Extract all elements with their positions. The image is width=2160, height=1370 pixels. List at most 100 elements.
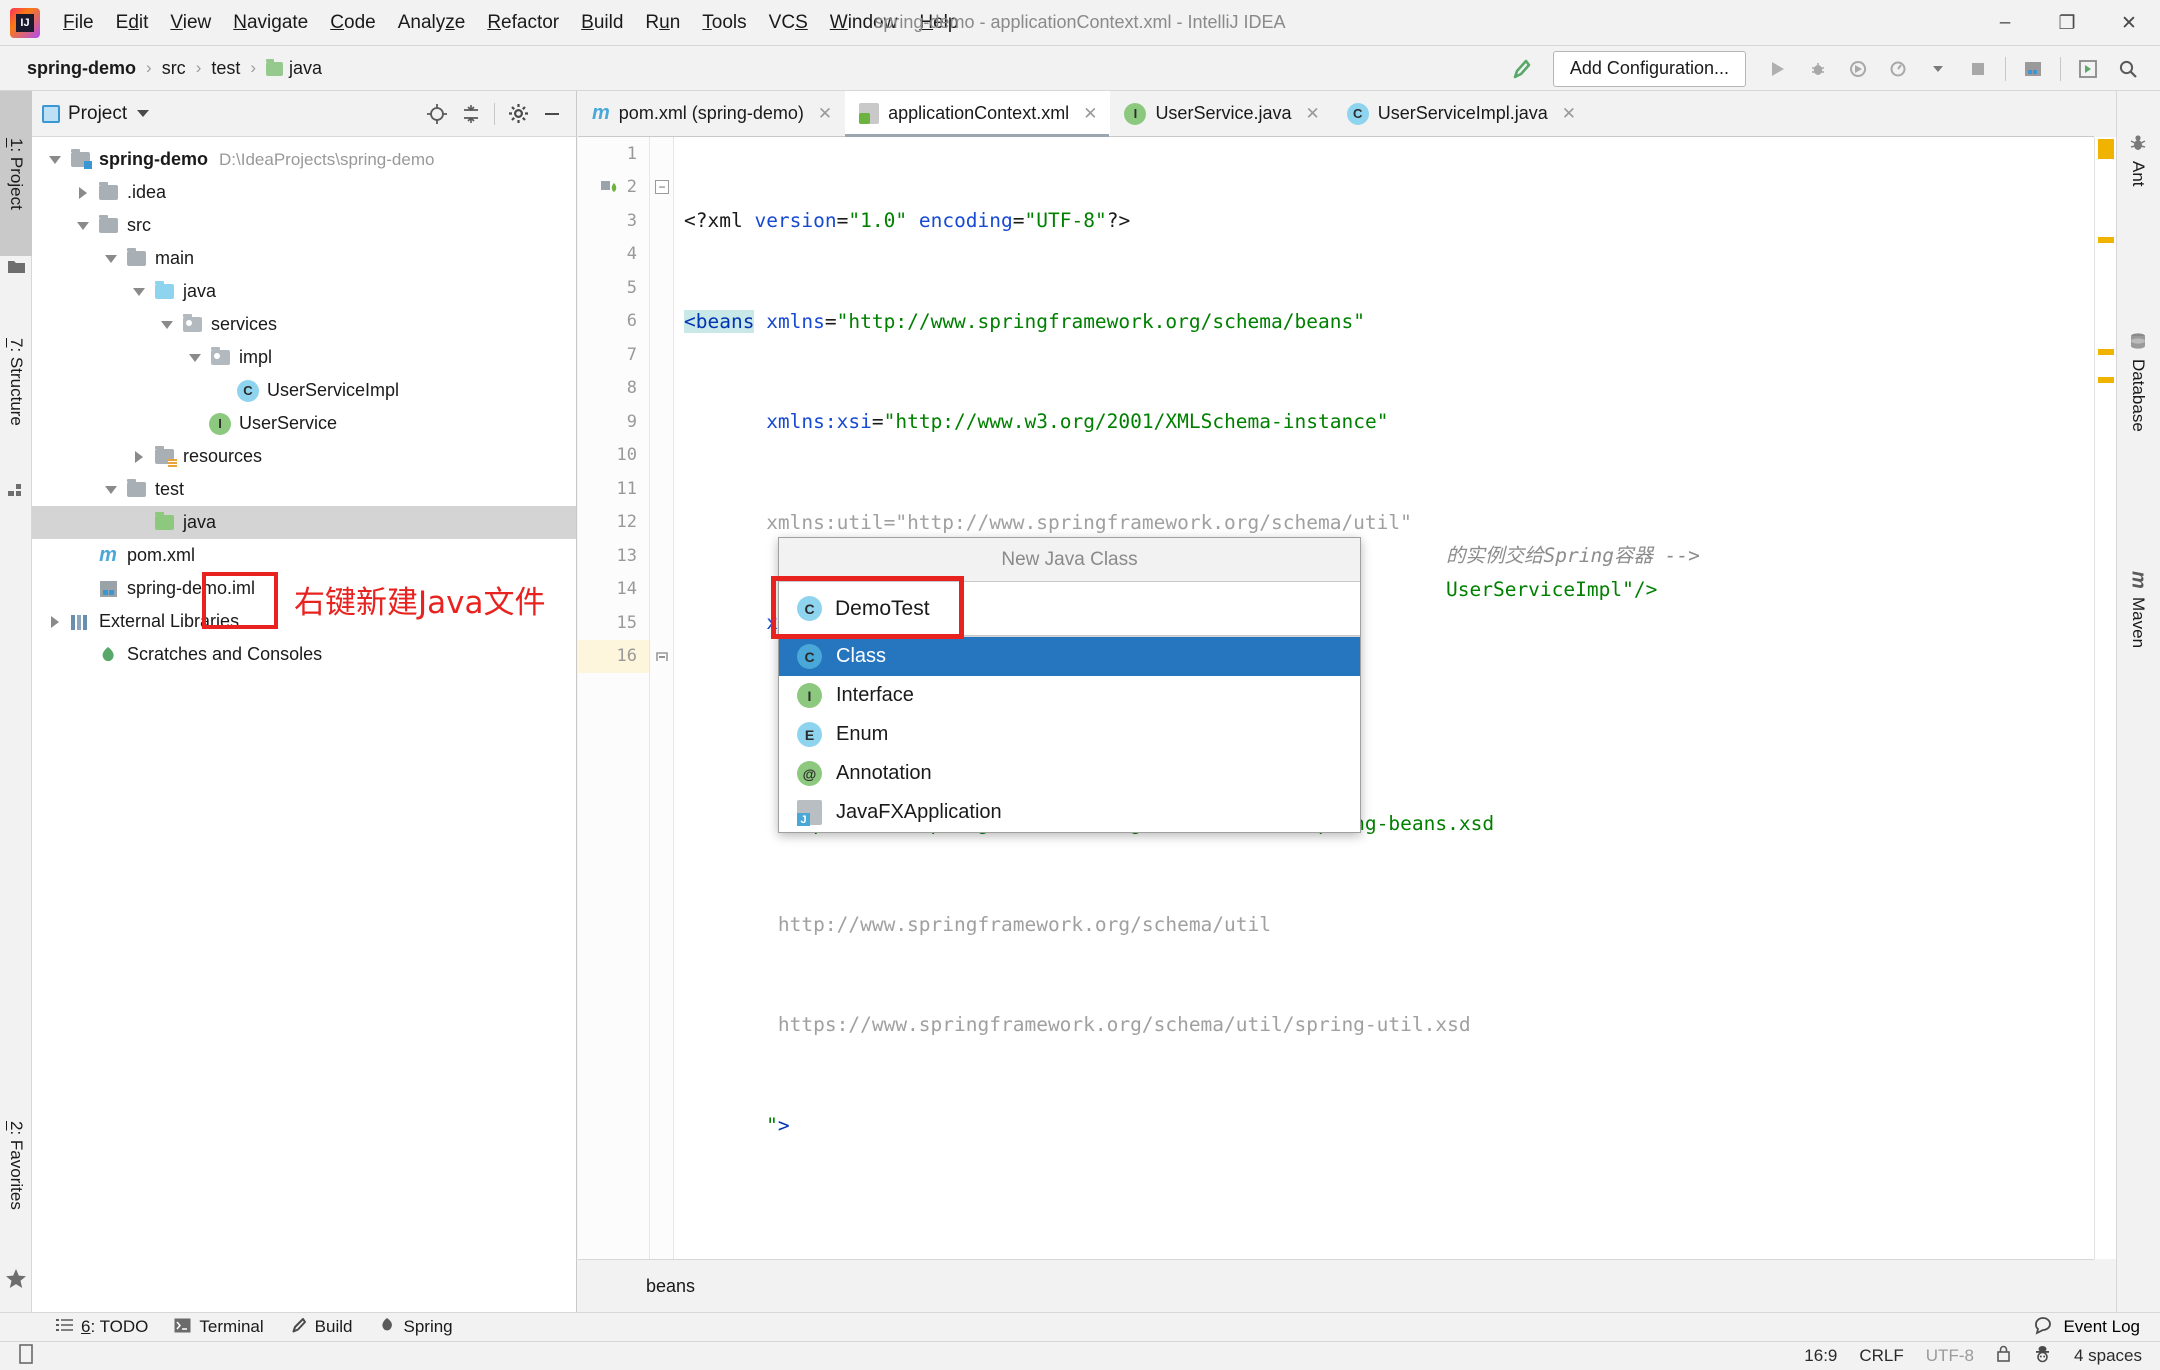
list-item-enum[interactable]: E Enum	[779, 715, 1360, 754]
tree-node-userservice[interactable]: I UserService	[32, 407, 576, 440]
caret-position[interactable]: 16:9	[1804, 1346, 1837, 1366]
breadcrumb-element[interactable]: beans	[646, 1276, 695, 1297]
tree-node-spring-demo[interactable]: spring-demo D:\IdeaProjects\spring-demo	[32, 143, 576, 176]
line-separator[interactable]: CRLF	[1859, 1346, 1903, 1366]
warning-marker[interactable]	[2098, 377, 2114, 383]
breadcrumb-item-java[interactable]: java	[263, 56, 325, 81]
profile-icon[interactable]	[1880, 52, 1916, 86]
menu-refactor[interactable]: Refactor	[476, 7, 570, 39]
tree-node-services[interactable]: services	[32, 308, 576, 341]
warning-marker[interactable]	[2098, 349, 2114, 355]
update-icon[interactable]	[2070, 52, 2106, 86]
file-encoding[interactable]: UTF-8	[1926, 1346, 1974, 1366]
add-configuration-button[interactable]: Add Configuration...	[1552, 50, 1746, 87]
collapse-all-icon[interactable]	[457, 100, 485, 128]
tree-node-scratches[interactable]: Scratches and Consoles	[32, 638, 576, 671]
tab-user-service-java[interactable]: I UserService.java ✕	[1110, 91, 1332, 136]
sidebar-item-ant[interactable]: Ant	[2116, 95, 2160, 225]
status-icon[interactable]	[18, 1343, 34, 1369]
expand-toggle[interactable]	[154, 320, 180, 329]
sidebar-item-favorites[interactable]: 2: Favorites	[0, 1070, 32, 1260]
tree-node-userserviceimpl[interactable]: C UserServiceImpl	[32, 374, 576, 407]
menu-code[interactable]: Code	[319, 7, 386, 39]
expand-toggle[interactable]	[70, 221, 96, 230]
list-item-javafx-application[interactable]: JavaFXApplication	[779, 793, 1360, 832]
menu-run[interactable]: Run	[634, 7, 691, 39]
tree-node-test-java[interactable]: java	[32, 506, 576, 539]
breadcrumb-item-project[interactable]: spring-demo	[24, 56, 139, 81]
error-stripe-marker-column[interactable]	[2094, 137, 2116, 1259]
tab-pom-xml[interactable]: m pom.xml (spring-demo) ✕	[578, 91, 845, 136]
chevron-down-icon[interactable]	[137, 110, 150, 117]
chevron-down-icon[interactable]	[1920, 52, 1956, 86]
expand-toggle[interactable]	[98, 485, 124, 494]
tree-node-impl[interactable]: impl	[32, 341, 576, 374]
fold-toggle-open[interactable]: −	[655, 180, 669, 194]
list-item-annotation[interactable]: @ Annotation	[779, 754, 1360, 793]
warning-marker[interactable]	[2098, 237, 2114, 243]
breadcrumb-item-test[interactable]: test	[208, 56, 243, 81]
locate-icon[interactable]	[423, 100, 451, 128]
expand-toggle[interactable]	[182, 353, 208, 362]
menu-edit[interactable]: Edit	[105, 7, 160, 39]
tree-node-idea[interactable]: .idea	[32, 176, 576, 209]
close-icon[interactable]: ✕	[1083, 104, 1097, 124]
menu-window[interactable]: Window	[819, 7, 909, 39]
sidebar-item-database[interactable]: Database	[2116, 271, 2160, 491]
bottom-item-todo[interactable]: 6: TODO	[56, 1317, 148, 1337]
fold-toggle-close[interactable]	[655, 650, 669, 664]
menu-vcs[interactable]: VCS	[758, 7, 819, 39]
menu-file[interactable]: File	[52, 7, 105, 39]
breadcrumb-item-src[interactable]: src	[159, 56, 189, 81]
tree-node-pom-xml[interactable]: m pom.xml	[32, 539, 576, 572]
spring-bean-gutter-icon[interactable]	[600, 178, 619, 197]
sidebar-item-project[interactable]: 1: Project	[0, 91, 32, 256]
lock-icon[interactable]	[1996, 1345, 2011, 1368]
stop-icon[interactable]	[1960, 52, 1996, 86]
close-icon[interactable]: ✕	[1305, 104, 1319, 124]
menu-analyze[interactable]: Analyze	[387, 7, 477, 39]
tree-node-test[interactable]: test	[32, 473, 576, 506]
warning-marker[interactable]	[2098, 139, 2114, 159]
close-button[interactable]: ✕	[2098, 0, 2160, 46]
bottom-item-spring[interactable]: Spring	[378, 1317, 453, 1337]
run-with-coverage-icon[interactable]	[1840, 52, 1876, 86]
hector-icon[interactable]	[2033, 1345, 2052, 1368]
build-hammer-icon[interactable]	[1503, 52, 1539, 86]
sidebar-item-maven[interactable]: m Maven	[2116, 527, 2160, 692]
search-everywhere-icon[interactable]	[2110, 52, 2146, 86]
new-java-class-popup[interactable]: New Java Class C DemoTest C Class I Inte…	[778, 537, 1361, 833]
expand-toggle[interactable]	[126, 450, 152, 463]
menu-tools[interactable]: Tools	[691, 7, 757, 39]
tab-user-service-impl-java[interactable]: C UserServiceImpl.java ✕	[1333, 91, 1589, 136]
tree-node-src[interactable]: src	[32, 209, 576, 242]
list-item-interface[interactable]: I Interface	[779, 676, 1360, 715]
tree-node-main-java[interactable]: java	[32, 275, 576, 308]
bottom-item-terminal[interactable]: Terminal	[174, 1317, 264, 1337]
expand-toggle[interactable]	[70, 186, 96, 199]
code-folding-gutter[interactable]: −	[650, 137, 674, 1259]
indent-setting[interactable]: 4 spaces	[2074, 1346, 2142, 1366]
tree-node-main[interactable]: main	[32, 242, 576, 275]
close-icon[interactable]: ✕	[818, 104, 832, 124]
minimize-button[interactable]: –	[1974, 0, 2036, 46]
run-icon[interactable]	[1760, 52, 1796, 86]
maximize-button[interactable]: ❐	[2036, 0, 2098, 46]
sidebar-item-structure[interactable]: 7: Structure	[0, 287, 32, 477]
expand-toggle[interactable]	[42, 155, 68, 164]
expand-toggle[interactable]	[42, 615, 68, 628]
menu-view[interactable]: View	[159, 7, 222, 39]
list-item-class[interactable]: C Class	[779, 637, 1360, 676]
expand-toggle[interactable]	[98, 254, 124, 263]
bottom-item-build[interactable]: Build	[290, 1317, 352, 1337]
gear-icon[interactable]	[504, 100, 532, 128]
menu-help[interactable]: Help	[908, 7, 969, 39]
close-icon[interactable]: ✕	[1562, 104, 1576, 124]
project-structure-icon[interactable]	[2015, 52, 2051, 86]
tree-node-resources[interactable]: resources	[32, 440, 576, 473]
event-log-label[interactable]: Event Log	[2063, 1317, 2140, 1337]
expand-toggle[interactable]	[126, 287, 152, 296]
menu-build[interactable]: Build	[570, 7, 634, 39]
class-name-input[interactable]: C DemoTest	[779, 581, 1360, 636]
tab-application-context-xml[interactable]: applicationContext.xml ✕	[845, 91, 1111, 137]
